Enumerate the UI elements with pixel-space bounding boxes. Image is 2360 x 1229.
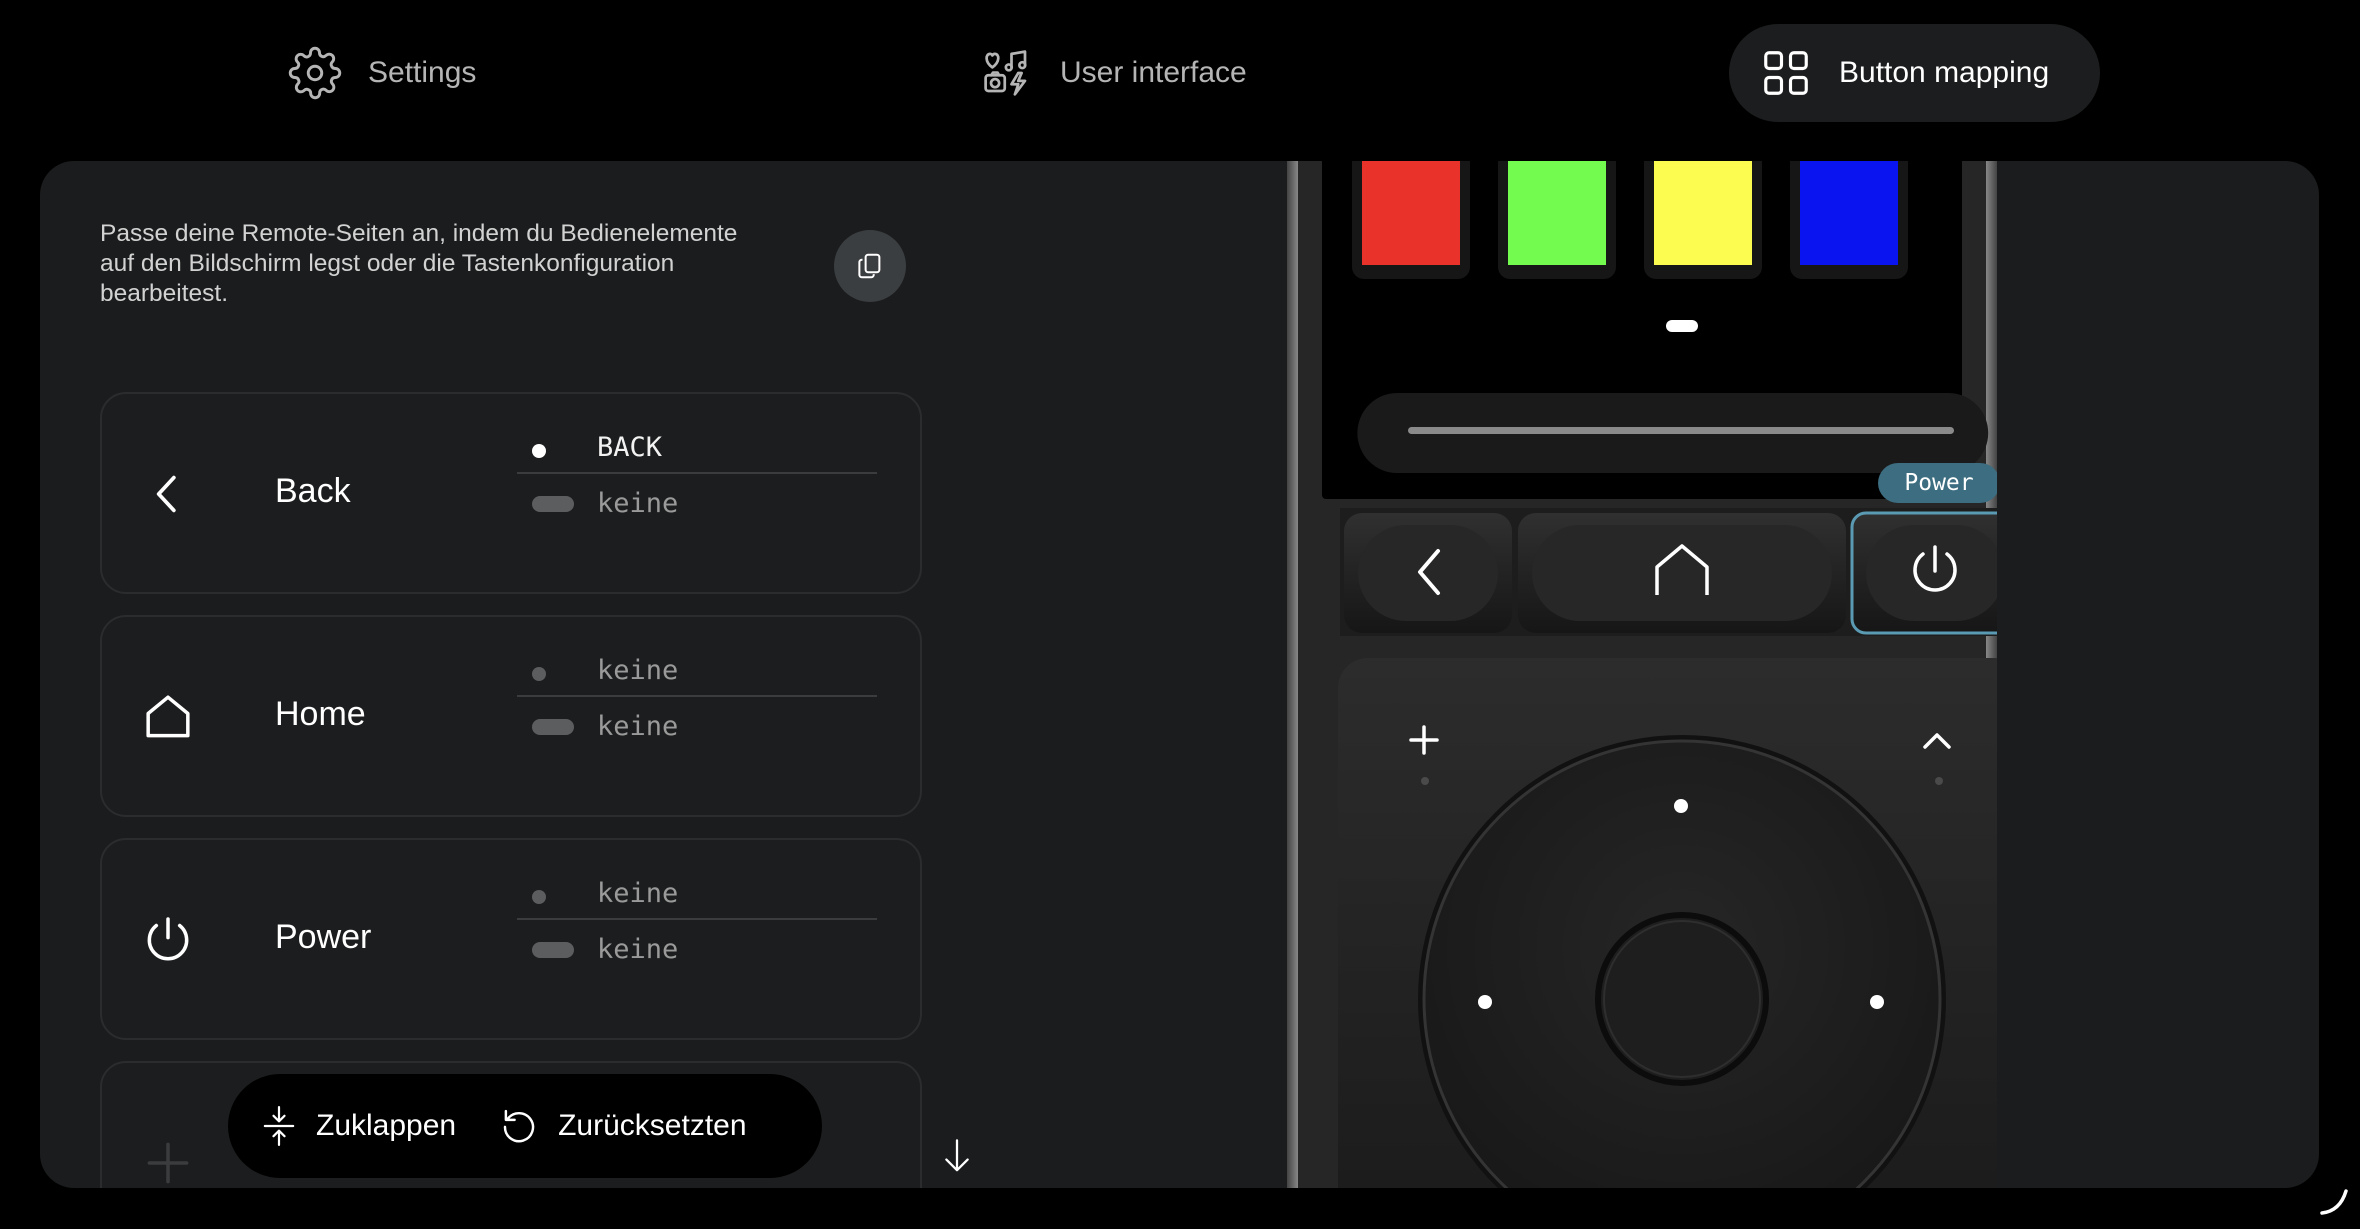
long-press-slot[interactable]: keine (517, 699, 877, 779)
reset-label: Zurücksetzten (558, 1109, 747, 1142)
short-press-indicator (532, 444, 546, 458)
mapping-card-home[interactable]: Home keine keine (100, 615, 922, 817)
short-press-value: keine (597, 878, 679, 909)
short-press-slot[interactable]: keine (517, 617, 877, 697)
remote-back-button[interactable] (1344, 513, 1512, 633)
short-press-value: BACK (597, 432, 663, 463)
button-name: Back (275, 472, 351, 510)
home-icon (146, 695, 190, 738)
nav-ui-label: User interface (1060, 56, 1247, 89)
main-panel: Passe deine Remote-Seiten an, indem du B… (40, 161, 2319, 1188)
chevron-left-icon (156, 475, 176, 513)
nav-mapping-label: Button mapping (1839, 56, 2050, 89)
short-press-slot[interactable]: BACK (517, 394, 877, 474)
short-press-indicator (532, 667, 546, 681)
long-press-indicator (532, 496, 574, 512)
button-name: Home (275, 695, 366, 733)
gear-icon (288, 46, 342, 100)
red-button[interactable] (1362, 161, 1460, 265)
short-press-slot[interactable]: keine (517, 840, 877, 920)
page-indicator (1666, 320, 1698, 332)
power-tooltip: Power (1878, 463, 1997, 503)
intro-text: Passe deine Remote-Seiten an, indem du B… (100, 220, 738, 307)
nav-button-mapping[interactable]: Button mapping (1729, 24, 2100, 122)
long-press-indicator (532, 719, 574, 735)
short-press-value: keine (597, 655, 679, 686)
remote-power-button[interactable] (1850, 511, 1997, 635)
mapping-card-power[interactable]: Power keine keine (100, 838, 922, 1040)
nav-settings[interactable]: Settings (288, 24, 476, 122)
top-nav: Settings User interface Button mapping (0, 0, 2360, 150)
short-press-indicator (532, 890, 546, 904)
resize-handle-icon[interactable] (2318, 1185, 2352, 1219)
long-press-value: keine (597, 488, 679, 519)
long-press-value: keine (597, 934, 679, 965)
yellow-button[interactable] (1654, 161, 1752, 265)
long-press-slot[interactable]: keine (517, 922, 877, 1002)
collapse-button[interactable]: Zuklappen (260, 1104, 456, 1148)
green-button[interactable] (1508, 161, 1606, 265)
copy-icon (858, 253, 881, 279)
media-icons-icon (984, 50, 1027, 96)
power-tooltip-text: Power (1904, 470, 1973, 496)
power-icon (147, 917, 189, 961)
floating-toolbar: Zuklappen Zurücksetzten (228, 1074, 822, 1178)
remote-home-button[interactable] (1518, 513, 1846, 633)
copy-button[interactable] (834, 230, 906, 302)
plus-icon (147, 1142, 189, 1184)
reset-icon (503, 1109, 535, 1143)
grid-icon (1764, 51, 1808, 95)
long-press-slot[interactable]: keine (517, 476, 877, 556)
button-name: Power (275, 918, 372, 956)
dpad-center-button[interactable] (1595, 912, 1769, 1086)
mapping-card-back[interactable]: Back BACK keine (100, 392, 922, 594)
remote-preview: Power (1287, 161, 1997, 1188)
nav-settings-label: Settings (368, 56, 477, 89)
nav-user-interface[interactable]: User interface (980, 24, 1247, 122)
collapse-label: Zuklappen (316, 1109, 457, 1142)
long-press-value: keine (597, 711, 679, 742)
collapse-icon (263, 1106, 295, 1146)
reset-button[interactable]: Zurücksetzten (498, 1105, 747, 1147)
blue-button[interactable] (1800, 161, 1898, 265)
long-press-indicator (532, 942, 574, 958)
arrow-down-icon[interactable] (940, 1137, 974, 1175)
